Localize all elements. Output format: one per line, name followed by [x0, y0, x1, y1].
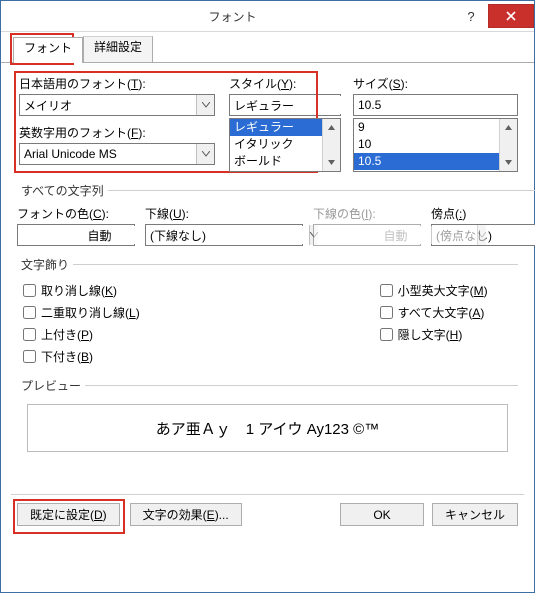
underline-combo[interactable] [145, 224, 303, 246]
style-option-bold[interactable]: ボールド [230, 153, 323, 170]
chevron-down-icon [202, 151, 210, 157]
top-group: 日本語用のフォント(T): 英数字用のフォント(F): [17, 73, 518, 174]
ascii-font-input[interactable] [20, 145, 196, 163]
help-button[interactable]: ? [454, 5, 488, 27]
underline-color-drop [477, 225, 486, 245]
scroll-down-icon[interactable] [500, 154, 517, 171]
subscript-check[interactable]: 下付き(B) [23, 345, 270, 367]
scroll-up-icon[interactable] [500, 119, 517, 136]
dialog-content: 日本語用のフォント(T): 英数字用のフォント(F): [1, 63, 534, 592]
underline-value[interactable] [146, 226, 309, 244]
style-option-regular[interactable]: レギュラー [230, 119, 323, 136]
style-listbox[interactable]: レギュラー イタリック ボールド [229, 118, 341, 172]
underline-color-combo [313, 224, 421, 246]
jp-font-combo[interactable] [19, 94, 215, 116]
size-column: サイズ(S): 9 10 10.5 [347, 73, 518, 174]
underline-color-label: 下線の色(I): [313, 205, 421, 222]
double-strike-check[interactable]: 二重取り消し線(L) [23, 301, 270, 323]
close-button[interactable] [488, 4, 534, 28]
style-scrollbar[interactable] [322, 119, 340, 171]
underline-block: 下線(U): [145, 205, 313, 246]
style-input-box[interactable] [229, 94, 341, 116]
size-scrollbar[interactable] [499, 119, 517, 171]
ascii-font-drop[interactable] [196, 144, 214, 164]
chevron-down-icon [202, 102, 210, 108]
font-color-block: フォントの色(C): [17, 205, 145, 246]
tab-advanced[interactable]: 詳細設定 [83, 36, 153, 62]
tab-font[interactable]: フォント [13, 37, 83, 63]
jp-font-input[interactable] [20, 96, 196, 114]
underline-color-value [314, 226, 477, 244]
footer-divider [11, 494, 524, 495]
scroll-up-icon[interactable] [323, 119, 340, 136]
font-color-combo[interactable] [17, 224, 135, 246]
close-icon [506, 9, 516, 24]
effects-group: 文字飾り 取り消し線(K) 二重取り消し線(L) 上付き(P) 下付き(B) 小… [17, 256, 518, 367]
style-column: スタイル(Y): レギュラー イタリック ボールド [221, 73, 347, 174]
superscript-check[interactable]: 上付き(P) [23, 323, 270, 345]
hidden-check[interactable]: 隠し文字(H) [380, 323, 518, 345]
scroll-down-icon[interactable] [323, 154, 340, 171]
jp-font-drop[interactable] [196, 95, 214, 115]
underline-color-block: 下線の色(I): [313, 205, 431, 246]
size-input[interactable] [354, 96, 517, 114]
window-title: フォント [11, 8, 454, 25]
size-option-10[interactable]: 10 [354, 136, 500, 153]
effects-legend: 文字飾り [17, 256, 73, 273]
title-bar: フォント ? [1, 1, 534, 32]
emphasis-label: 傍点(:) [431, 205, 535, 222]
ascii-font-combo[interactable] [19, 143, 215, 165]
help-icon: ? [467, 9, 474, 24]
text-effects-button[interactable]: 文字の効果(E)... [130, 503, 242, 526]
size-option-9[interactable]: 9 [354, 119, 500, 136]
small-caps-check[interactable]: 小型英大文字(M) [380, 279, 518, 301]
all-text-legend: すべての文字列 [17, 182, 108, 199]
preview-group: プレビュー あア亜Ａｙ 1 アイウ Ay123 ©™ [17, 377, 518, 452]
all-caps-check[interactable]: すべて大文字(A) [380, 301, 518, 323]
font-color-label: フォントの色(C): [17, 205, 135, 222]
cancel-button[interactable]: キャンセル [432, 503, 518, 526]
jp-font-label: 日本語用のフォント(T): [19, 75, 215, 92]
size-option-10-5[interactable]: 10.5 [354, 153, 500, 170]
size-label: サイズ(S): [353, 75, 518, 92]
size-input-box[interactable] [353, 94, 518, 116]
preview-legend: プレビュー [17, 377, 85, 394]
size-listbox[interactable]: 9 10 10.5 [353, 118, 518, 172]
tab-strip: フォント 詳細設定 [1, 36, 534, 63]
all-text-group: すべての文字列 フォントの色(C): 下線(U): [17, 182, 535, 246]
footer: 既定に設定(D) 文字の効果(E)... OK キャンセル [17, 503, 518, 530]
style-option-italic[interactable]: イタリック [230, 136, 323, 153]
set-default-button[interactable]: 既定に設定(D) [17, 503, 120, 526]
font-dialog: フォント ? フォント 詳細設定 日本語用のフォント(T): [0, 0, 535, 593]
ok-button[interactable]: OK [340, 503, 424, 526]
preview-text: あア亜Ａｙ 1 アイウ Ay123 ©™ [156, 418, 379, 439]
chevron-down-icon [478, 232, 486, 238]
preview-box: あア亜Ａｙ 1 アイウ Ay123 ©™ [27, 404, 508, 452]
ascii-font-label: 英数字用のフォント(F): [19, 124, 215, 141]
font-name-column: 日本語用のフォント(T): 英数字用のフォント(F): [17, 73, 221, 174]
underline-label: 下線(U): [145, 205, 303, 222]
strike-check[interactable]: 取り消し線(K) [23, 279, 270, 301]
style-label: スタイル(Y): [229, 75, 341, 92]
